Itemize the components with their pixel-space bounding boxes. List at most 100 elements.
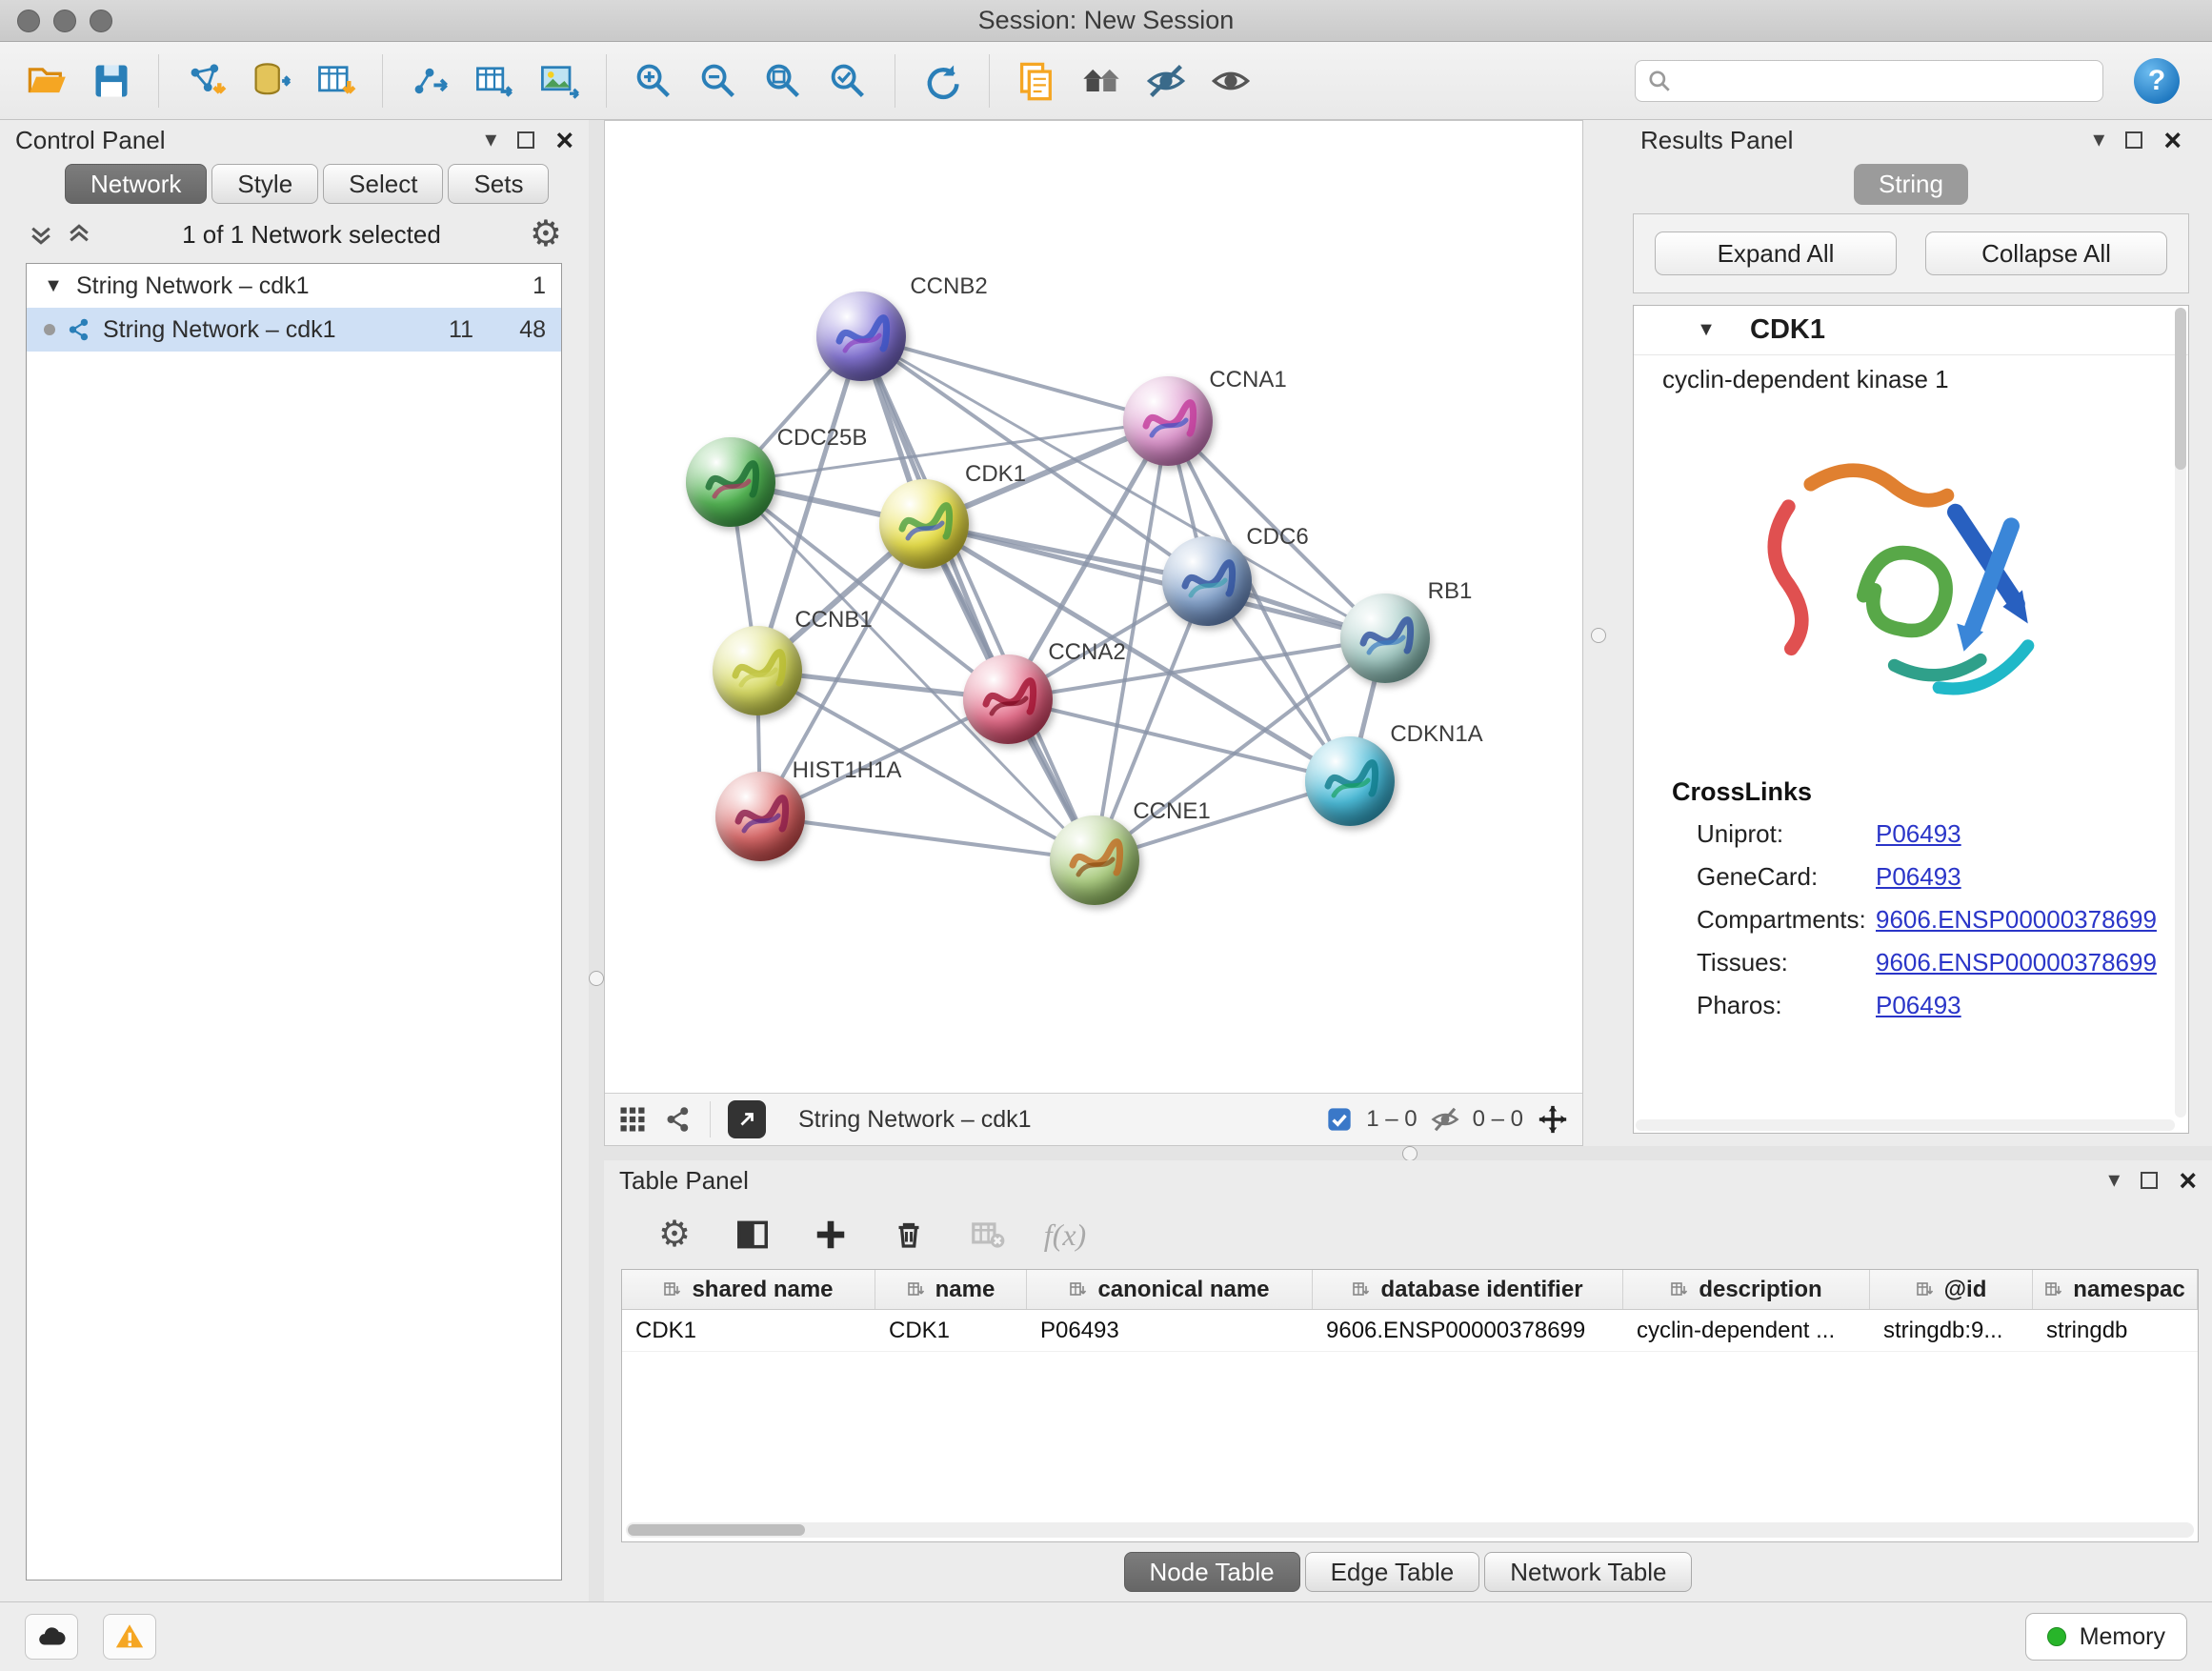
table-cell[interactable]: stringdb:9... — [1870, 1310, 2033, 1351]
crosslink-link[interactable]: P06493 — [1876, 819, 1961, 849]
crosslink-link[interactable]: P06493 — [1876, 862, 1961, 892]
first-neighbors-button[interactable] — [1074, 53, 1129, 109]
open-in-new-window-button[interactable] — [728, 1100, 766, 1138]
crosslink-link[interactable]: 9606.ENSP00000378699 — [1876, 948, 2157, 977]
table-cell[interactable]: 9606.ENSP00000378699 — [1313, 1310, 1623, 1351]
export-image-button[interactable] — [532, 53, 587, 109]
table-row[interactable]: CDK1 CDK1 P06493 9606.ENSP00000378699 cy… — [622, 1310, 2198, 1352]
network-node-CDKN1A[interactable] — [1305, 736, 1395, 826]
splitter-handle[interactable] — [1591, 628, 1606, 643]
splitter-handle[interactable] — [589, 971, 604, 986]
network-node-CDK1[interactable] — [879, 479, 969, 569]
table-options-gear-icon[interactable]: ⚙ — [650, 1210, 699, 1259]
splitter-handle[interactable] — [1402, 1146, 1418, 1161]
gene-card-header[interactable]: ▼ CDK1 — [1634, 306, 2188, 355]
table-cell[interactable]: P06493 — [1027, 1310, 1313, 1351]
column-header[interactable]: name — [875, 1270, 1027, 1309]
network-node-CCNA2[interactable] — [963, 654, 1053, 744]
search-input[interactable] — [1672, 67, 2091, 94]
function-builder-icon[interactable]: f(x) — [1040, 1210, 1090, 1259]
pan-move-icon[interactable] — [1537, 1103, 1569, 1136]
help-button[interactable]: ? — [2134, 58, 2180, 104]
show-columns-icon[interactable] — [728, 1210, 777, 1259]
network-options-gear-icon[interactable]: ⚙ — [530, 216, 562, 252]
zoom-fit-button[interactable] — [755, 53, 811, 109]
export-table-button[interactable] — [467, 53, 522, 109]
hidden-eye-slash-icon[interactable] — [1431, 1105, 1459, 1134]
grid-view-icon[interactable] — [618, 1105, 647, 1134]
tab-edge-table[interactable]: Edge Table — [1305, 1552, 1480, 1592]
network-node-HIST1H1A[interactable] — [715, 772, 805, 861]
zoom-selected-button[interactable] — [820, 53, 875, 109]
panel-menu-icon[interactable]: ▾ — [2093, 129, 2104, 151]
network-canvas[interactable]: CCNB2CCNA1CDC25BCDK1CDC6RB1CCNB1CCNA2CDK… — [605, 121, 1582, 1093]
cloud-button[interactable] — [25, 1614, 78, 1660]
close-panel-icon[interactable]: × — [555, 125, 573, 155]
panel-menu-icon[interactable]: ▾ — [2108, 1169, 2120, 1192]
zoom-in-button[interactable] — [626, 53, 681, 109]
column-header[interactable]: description — [1623, 1270, 1870, 1309]
hide-selected-button[interactable] — [1138, 53, 1194, 109]
network-node-RB1[interactable] — [1340, 594, 1430, 683]
table-cell[interactable]: CDK1 — [622, 1310, 875, 1351]
close-panel-icon[interactable]: × — [2163, 125, 2182, 155]
apply-layout-button[interactable] — [915, 53, 970, 109]
horizontal-scrollbar[interactable] — [1636, 1119, 2175, 1131]
table-cell[interactable]: CDK1 — [875, 1310, 1027, 1351]
tab-node-table[interactable]: Node Table — [1124, 1552, 1300, 1592]
search-field[interactable] — [1635, 60, 2103, 102]
network-node-CCNE1[interactable] — [1050, 815, 1139, 905]
network-row[interactable]: String Network – cdk1 11 48 — [27, 308, 561, 352]
expand-all-button[interactable]: Expand All — [1655, 232, 1897, 275]
disclosure-triangle-icon[interactable]: ▼ — [42, 275, 65, 297]
warnings-button[interactable] — [103, 1614, 156, 1660]
tab-sets[interactable]: Sets — [448, 164, 549, 204]
string-results-tab[interactable]: String — [1854, 164, 1968, 205]
table-horizontal-scrollbar[interactable] — [626, 1522, 2194, 1538]
collapse-all-button[interactable]: Collapse All — [1925, 232, 2167, 275]
panel-menu-icon[interactable]: ▾ — [485, 129, 496, 151]
delete-column-icon[interactable] — [884, 1210, 934, 1259]
selected-checkbox-icon[interactable] — [1326, 1106, 1353, 1133]
show-all-button[interactable] — [1203, 53, 1258, 109]
network-collection-row[interactable]: ▼ String Network – cdk1 1 — [27, 264, 561, 308]
column-header[interactable]: namespac — [2033, 1270, 2198, 1309]
network-node-CCNA1[interactable] — [1123, 376, 1213, 466]
disclosure-triangle-icon[interactable]: ▼ — [1695, 319, 1718, 341]
float-panel-icon[interactable] — [2125, 131, 2142, 149]
export-network-button[interactable] — [402, 53, 457, 109]
open-documents-button[interactable] — [1009, 53, 1064, 109]
clear-table-icon[interactable] — [962, 1210, 1012, 1259]
tab-network-table[interactable]: Network Table — [1484, 1552, 1692, 1592]
open-session-button[interactable] — [19, 53, 74, 109]
network-node-CCNB1[interactable] — [713, 626, 802, 715]
zoom-out-button[interactable] — [691, 53, 746, 109]
network-node-CDC6[interactable] — [1162, 536, 1252, 626]
expand-all-icon[interactable] — [65, 220, 93, 249]
vertical-scrollbar[interactable] — [2175, 308, 2186, 1117]
float-panel-icon[interactable] — [517, 131, 534, 149]
save-session-button[interactable] — [84, 53, 139, 109]
scrollbar-thumb[interactable] — [628, 1524, 805, 1536]
add-column-icon[interactable] — [806, 1210, 855, 1259]
network-node-CCNB2[interactable] — [816, 292, 906, 381]
vertical-splitter[interactable] — [589, 120, 604, 1601]
column-header[interactable]: shared name — [622, 1270, 875, 1309]
table-cell[interactable]: stringdb — [2033, 1310, 2198, 1351]
close-panel-icon[interactable]: × — [2179, 1165, 2197, 1196]
column-header[interactable]: database identifier — [1313, 1270, 1623, 1309]
tab-select[interactable]: Select — [323, 164, 443, 204]
crosslink-link[interactable]: P06493 — [1876, 991, 1961, 1020]
column-header[interactable]: canonical name — [1027, 1270, 1313, 1309]
tab-style[interactable]: Style — [211, 164, 318, 204]
import-table-file-button[interactable] — [308, 53, 363, 109]
float-panel-icon[interactable] — [2141, 1172, 2158, 1189]
network-node-CDC25B[interactable] — [686, 437, 775, 527]
network-overview-icon[interactable] — [664, 1105, 693, 1134]
import-network-database-button[interactable] — [243, 53, 298, 109]
crosslink-link[interactable]: 9606.ENSP00000378699 — [1876, 905, 2157, 935]
tab-network[interactable]: Network — [65, 164, 207, 204]
memory-button[interactable]: Memory — [2025, 1613, 2187, 1661]
table-cell[interactable]: cyclin-dependent ... — [1623, 1310, 1870, 1351]
collapse-all-icon[interactable] — [27, 220, 55, 249]
